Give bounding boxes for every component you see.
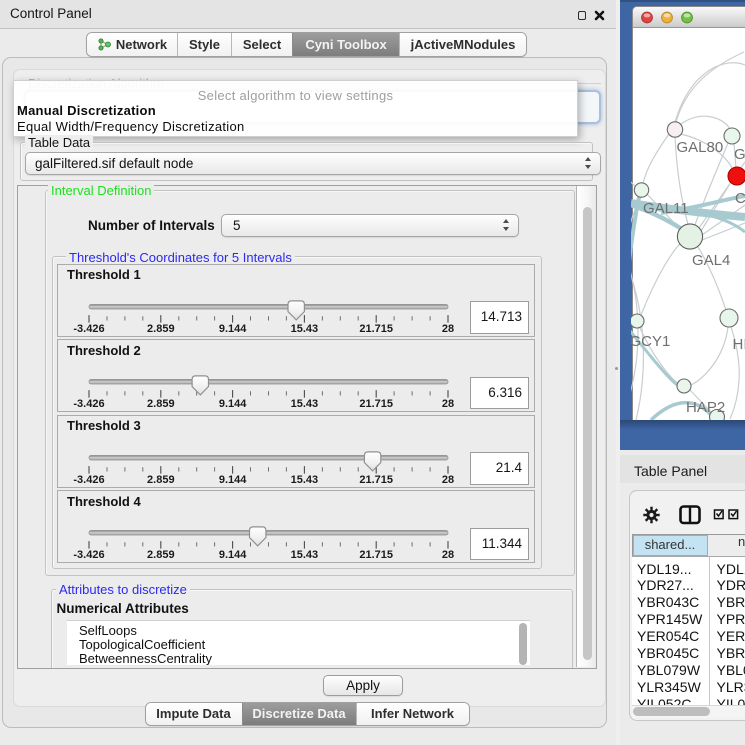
svg-text:HIS4: HIS4: [733, 336, 745, 353]
svg-text:15.43: 15.43: [291, 474, 319, 486]
svg-text:GAL4: GAL4: [692, 252, 730, 269]
svg-text:28: 28: [442, 398, 454, 410]
svg-text:15.43: 15.43: [291, 398, 319, 410]
svg-text:2.859: 2.859: [147, 398, 175, 410]
svg-text:GCY1: GCY1: [631, 333, 670, 350]
svg-text:9.144: 9.144: [219, 549, 247, 561]
svg-text:GAL80: GAL80: [677, 139, 724, 156]
svg-text:2.859: 2.859: [147, 474, 175, 486]
svg-text:15.43: 15.43: [291, 549, 319, 561]
svg-text:28: 28: [442, 474, 454, 486]
svg-text:21.715: 21.715: [359, 323, 393, 335]
svg-text:9.144: 9.144: [219, 323, 247, 335]
svg-text:C: C: [735, 190, 745, 207]
svg-text:-3.426: -3.426: [73, 474, 104, 486]
svg-text:21.715: 21.715: [359, 474, 393, 486]
svg-text:9.144: 9.144: [219, 474, 247, 486]
svg-text:15.43: 15.43: [291, 323, 319, 335]
svg-text:28: 28: [442, 549, 454, 561]
svg-text:HAP2: HAP2: [686, 399, 725, 416]
svg-text:21.715: 21.715: [359, 398, 393, 410]
svg-text:-3.426: -3.426: [73, 549, 104, 561]
svg-text:GAL11: GAL11: [643, 200, 689, 217]
svg-text:2.859: 2.859: [147, 323, 175, 335]
svg-text:GAL1: GAL1: [734, 146, 745, 163]
svg-text:-3.426: -3.426: [73, 323, 104, 335]
svg-text:-3.426: -3.426: [73, 398, 104, 410]
svg-text:21.715: 21.715: [359, 549, 393, 561]
svg-text:2.859: 2.859: [147, 549, 175, 561]
svg-text:28: 28: [442, 323, 454, 335]
svg-text:9.144: 9.144: [219, 398, 247, 410]
